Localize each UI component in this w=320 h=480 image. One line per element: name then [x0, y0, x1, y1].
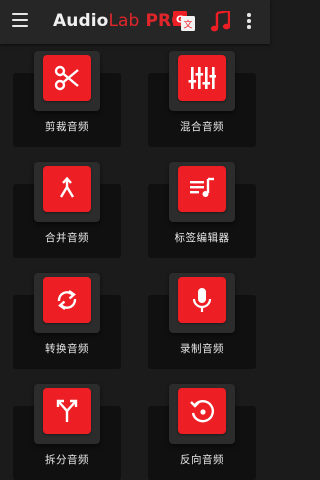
sync-icon — [43, 277, 91, 323]
translate-icon[interactable]: G 文 — [173, 11, 195, 31]
music-note-icon[interactable] — [210, 9, 231, 33]
tool-label: 反向音频 — [180, 454, 224, 466]
tool-label: 转换音频 — [45, 343, 89, 355]
tool-split-audio[interactable]: 拆分音频 — [13, 384, 121, 480]
tool-record-audio[interactable]: 录制音频 — [148, 273, 256, 369]
tool-tag-editor[interactable]: 标签编辑器 — [148, 162, 256, 258]
app-bar: AudioLab PRO G 文 — [0, 0, 270, 44]
tool-label: 标签编辑器 — [174, 232, 230, 244]
tool-label: 合并音频 — [45, 232, 89, 244]
sliders-icon — [178, 55, 226, 101]
tool-mix-audio[interactable]: 混合音频 — [148, 51, 256, 147]
app-title: AudioLab PRO — [53, 11, 186, 31]
more-vert-icon[interactable] — [246, 13, 252, 31]
tools-grid: 剪裁音频 混合音频 合并音频 标签编辑器 转换音频 录制音频 拆分音频 反向音频 — [0, 44, 270, 480]
microphone-icon — [178, 277, 226, 323]
hamburger-menu-icon[interactable] — [12, 13, 28, 27]
merge-icon — [43, 166, 91, 212]
tool-merge-audio[interactable]: 合并音频 — [13, 162, 121, 258]
tool-label: 拆分音频 — [45, 454, 89, 466]
tool-label: 剪裁音频 — [45, 121, 89, 133]
tool-label: 混合音频 — [180, 121, 224, 133]
app-title-audio: Audio — [53, 11, 109, 31]
tool-label: 录制音频 — [180, 343, 224, 355]
tool-convert-audio[interactable]: 转换音频 — [13, 273, 121, 369]
playlist-edit-icon — [178, 166, 226, 212]
tool-trim-audio[interactable]: 剪裁音频 — [13, 51, 121, 147]
tool-reverse-audio[interactable]: 反向音频 — [148, 384, 256, 480]
svg-text:文: 文 — [184, 19, 193, 31]
app-title-lab: Lab — [108, 11, 140, 31]
split-icon — [43, 388, 91, 434]
reverse-icon — [178, 388, 226, 434]
scissors-icon — [43, 55, 91, 101]
